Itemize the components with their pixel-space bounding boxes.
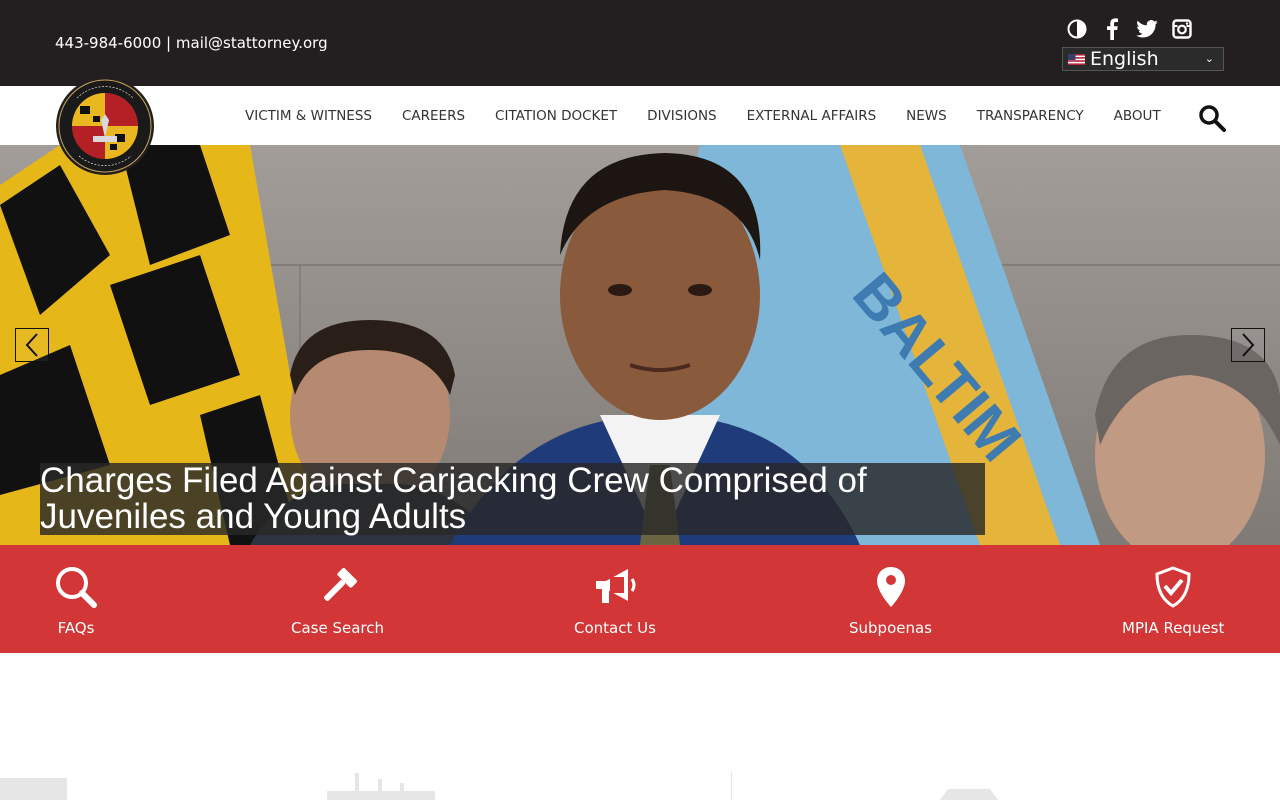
contrast-icon[interactable] (1066, 18, 1088, 40)
quick-link-subpoenas[interactable]: Subpoenas (849, 565, 932, 637)
main-menu: VICTIM & WITNESS CAREERS CITATION DOCKET… (245, 108, 1191, 124)
quick-link-case-search[interactable]: Case Search (291, 565, 384, 637)
office-seal-logo[interactable] (55, 76, 155, 176)
slide-caption[interactable]: Charges Filed Against Carjacking Crew Co… (40, 463, 985, 535)
chevron-right-icon (1242, 333, 1255, 357)
search-icon[interactable] (1198, 104, 1226, 132)
top-bar: 443-984-6000 | mail@stattorney.org Engli… (0, 0, 1280, 86)
megaphone-icon (591, 565, 639, 609)
quick-link-contact-us[interactable]: Contact Us (574, 565, 656, 637)
quick-link-faqs[interactable]: FAQs (52, 565, 100, 637)
content-section (0, 653, 1280, 800)
slider-prev-button[interactable] (15, 328, 49, 362)
phone-number[interactable]: 443-984-6000 (55, 34, 161, 52)
instagram-icon[interactable] (1171, 18, 1193, 40)
language-select[interactable]: English ⌄ (1062, 47, 1224, 71)
hero-slider: BALTIM Charges Filed Against Carjacking … (0, 145, 1280, 545)
nav-transparency[interactable]: TRANSPARENCY (977, 108, 1084, 124)
nav-divisions[interactable]: DIVISIONS (647, 108, 716, 124)
quick-link-label: FAQs (57, 619, 95, 637)
map-pin-icon (867, 565, 915, 609)
quick-link-label: MPIA Request (1122, 619, 1225, 637)
language-label: English (1090, 48, 1159, 70)
us-flag-icon (1068, 53, 1085, 65)
skyline-silhouettes (0, 771, 998, 800)
quick-link-label: Subpoenas (849, 619, 932, 637)
email-link[interactable]: mail@stattorney.org (176, 34, 328, 52)
gavel-icon (314, 565, 362, 609)
shield-check-icon (1149, 565, 1197, 609)
quick-link-mpia-request[interactable]: MPIA Request (1122, 565, 1224, 637)
chevron-left-icon (25, 333, 38, 357)
chevron-down-icon: ⌄ (1204, 53, 1214, 65)
nav-citation-docket[interactable]: CITATION DOCKET (495, 108, 617, 124)
contact-separator: | (166, 34, 172, 52)
contact-info: 443-984-6000 | mail@stattorney.org (55, 34, 328, 52)
quick-link-label: Case Search (291, 619, 385, 637)
nav-about[interactable]: ABOUT (1114, 108, 1161, 124)
slide-caption-text: Charges Filed Against Carjacking Crew Co… (40, 461, 867, 536)
twitter-icon[interactable] (1136, 18, 1158, 40)
quick-link-label: Contact Us (574, 619, 656, 637)
social-icons (1066, 18, 1193, 40)
search-icon (52, 565, 100, 609)
nav-careers[interactable]: CAREERS (402, 108, 465, 124)
nav-victim-witness[interactable]: VICTIM & WITNESS (245, 108, 372, 124)
nav-external-affairs[interactable]: EXTERNAL AFFAIRS (747, 108, 877, 124)
facebook-icon[interactable] (1101, 18, 1123, 40)
nav-news[interactable]: NEWS (906, 108, 947, 124)
slider-next-button[interactable] (1231, 328, 1265, 362)
quick-links-bar: FAQs Case Search Contact Us Subpoenas MP… (0, 545, 1280, 653)
